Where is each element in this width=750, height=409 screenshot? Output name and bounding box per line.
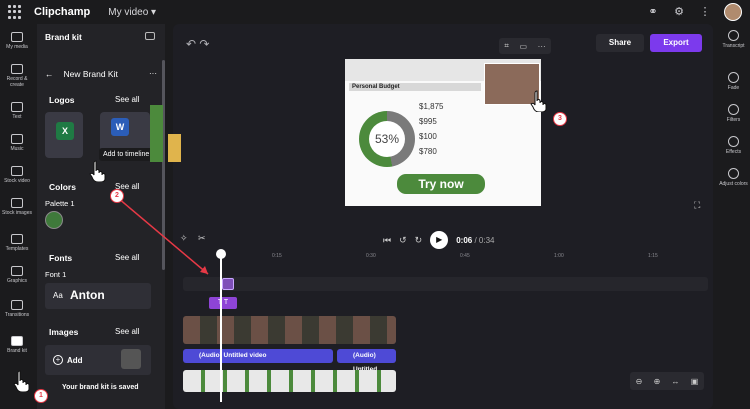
pointer-hand-icon — [13, 370, 31, 393]
pointer-hand-icon — [530, 90, 548, 113]
step-badge: 1 — [34, 389, 48, 403]
pointer-hand-icon — [89, 160, 107, 183]
step-badge: 2 — [110, 189, 124, 203]
tutorial-arrow — [117, 197, 209, 275]
step-badge: 3 — [553, 112, 567, 126]
